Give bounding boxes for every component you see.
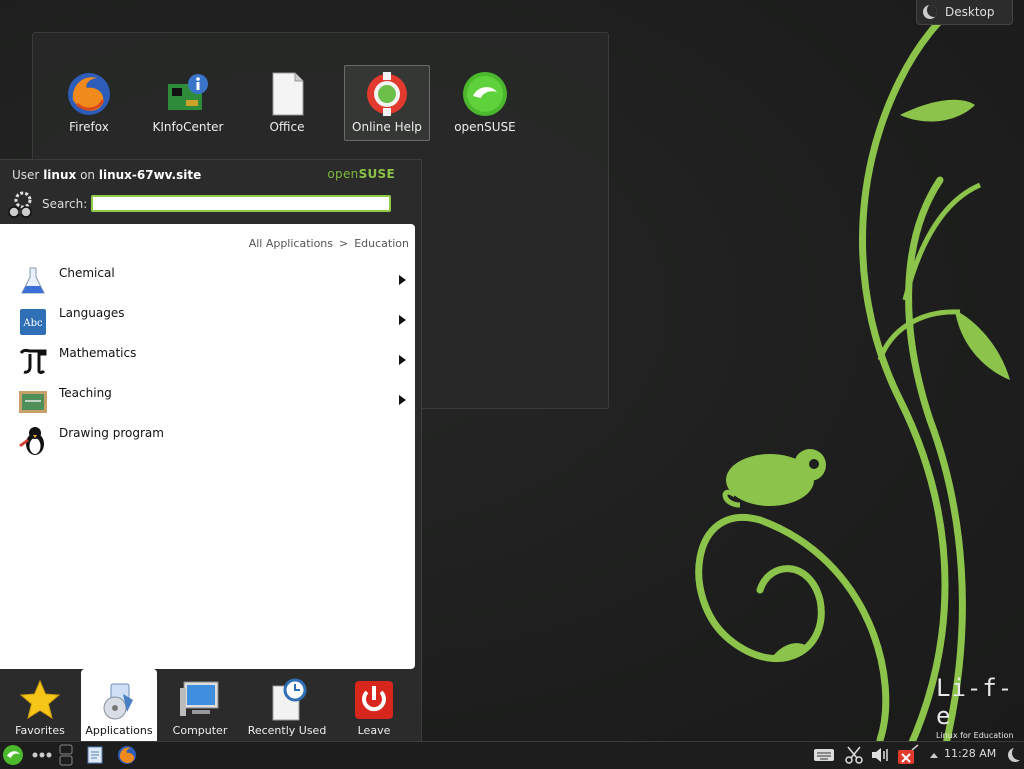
tray-expand-icon[interactable]: [928, 744, 940, 766]
brand-open: open: [327, 167, 359, 181]
breadcrumb-all-applications[interactable]: All Applications: [249, 237, 333, 250]
list-item-drawing-program[interactable]: Drawing program: [0, 421, 415, 461]
applications-icon: [103, 683, 133, 720]
list-item-label: Mathematics: [59, 346, 137, 360]
desktop-icon-opensuse[interactable]: openSUSE: [443, 66, 527, 140]
tab-label: Favorites: [15, 724, 65, 737]
tab-label: Recently Used: [247, 724, 327, 737]
list-item-label: Teaching: [59, 386, 112, 400]
tab-label: Computer: [172, 724, 228, 737]
tab-recently-used[interactable]: Recently Used: [244, 669, 330, 742]
keyboard-icon[interactable]: [813, 744, 835, 766]
office-document-icon: [272, 72, 304, 116]
search-input[interactable]: [91, 195, 391, 212]
list-item-label: Chemical: [59, 266, 115, 280]
list-item-chemical[interactable]: Chemical: [0, 261, 415, 301]
life-branding: Li-f-e Linux for Education: [936, 674, 1024, 740]
life-branding-subtitle: Linux for Education: [936, 731, 1014, 740]
opensuse-icon: [463, 72, 507, 116]
pager-icon[interactable]: [30, 744, 54, 766]
user-prefix: User: [12, 168, 40, 182]
list-item-label: Languages: [59, 306, 125, 320]
desktop-icon-office[interactable]: Office: [245, 66, 329, 140]
desktop-icon-firefox[interactable]: Firefox: [47, 66, 131, 140]
volume-icon[interactable]: [869, 744, 891, 766]
firefox-icon: [68, 73, 110, 115]
user-name: linux: [43, 168, 77, 182]
brand-suse: SUSE: [358, 167, 395, 181]
network-disconnected-icon[interactable]: [896, 744, 920, 766]
clock[interactable]: 11:28 AM: [944, 747, 996, 760]
tab-computer[interactable]: Computer: [160, 669, 240, 742]
star-icon: [19, 679, 61, 720]
tab-applications[interactable]: Applications: [81, 669, 157, 742]
kickoff-launcher-icon[interactable]: [2, 744, 24, 766]
submenu-arrow-icon: [399, 315, 406, 325]
tab-label: Applications: [85, 724, 153, 737]
breadcrumb-separator: >: [339, 237, 349, 250]
launcher-header: User linux on linux-67wv.site openSUSE S…: [0, 160, 421, 224]
kinfocenter-icon: [168, 74, 208, 110]
life-branding-title: Li-f-e: [936, 674, 1014, 730]
desktop-icon-label: KInfoCenter: [152, 120, 224, 134]
binoculars-gear-icon: [8, 191, 32, 218]
firefox-taskbar-icon[interactable]: [116, 744, 138, 766]
search-label: Search:: [42, 197, 88, 211]
opensuse-brand-logo: openSUSE: [327, 167, 395, 181]
flask-icon: [21, 267, 45, 294]
list-item-languages[interactable]: Abc Languages: [0, 301, 415, 341]
activity-icon[interactable]: [58, 744, 74, 766]
klipper-scissors-icon[interactable]: [843, 744, 865, 766]
submenu-arrow-icon: [399, 395, 406, 405]
launcher-tabs: Favorites Applications Computer Recently…: [0, 669, 421, 742]
applications-list: All Applications > Education Chemical Abc …: [0, 224, 415, 669]
desktop-icon-label: openSUSE: [454, 120, 516, 134]
breadcrumb-education[interactable]: Education: [354, 237, 409, 250]
pi-icon: [19, 348, 47, 374]
desktop-icon-label: Firefox: [69, 120, 109, 134]
power-icon: [355, 681, 393, 719]
desktop-toolbox-icon[interactable]: [1006, 744, 1024, 766]
abc-book-icon: Abc: [20, 309, 46, 335]
desktop-toolbox-button[interactable]: Desktop: [916, 0, 1013, 25]
computer-monitor-icon: [180, 681, 219, 716]
desktop-toolbox-label: Desktop: [945, 5, 995, 19]
tab-favorites[interactable]: Favorites: [0, 669, 80, 742]
desktop-toolbox-icon: [923, 5, 937, 19]
recent-clock-icon: [272, 678, 307, 721]
user-info: User linux on linux-67wv.site: [12, 168, 201, 182]
desktop-icon-kinfocenter[interactable]: KInfoCenter: [146, 66, 230, 140]
submenu-arrow-icon: [399, 355, 406, 365]
list-item-label: Drawing program: [59, 426, 164, 440]
breadcrumb: All Applications > Education: [249, 237, 409, 250]
tux-penguin-icon: [19, 427, 44, 455]
host-name: linux-67wv.site: [98, 168, 202, 182]
host-prefix: on: [80, 168, 96, 182]
tab-leave[interactable]: Leave: [334, 669, 414, 742]
svg-text:Abc: Abc: [22, 318, 43, 329]
desktop-icon-online-help[interactable]: Online Help: [344, 65, 430, 141]
kickoff-launcher: User linux on linux-67wv.site openSUSE S…: [0, 159, 422, 743]
list-item-teaching[interactable]: Teaching: [0, 381, 415, 421]
chalkboard-icon: [19, 391, 47, 413]
tab-label: Leave: [357, 724, 391, 737]
desktop-icon-label: Office: [269, 120, 305, 134]
taskbar: 11:28 AM: [0, 741, 1024, 769]
help-lifebuoy-icon: [367, 72, 407, 116]
list-item-mathematics[interactable]: Mathematics: [0, 341, 415, 381]
submenu-arrow-icon: [399, 275, 406, 285]
desktop-icon-label: Online Help: [352, 120, 422, 134]
file-manager-icon[interactable]: [85, 744, 105, 766]
